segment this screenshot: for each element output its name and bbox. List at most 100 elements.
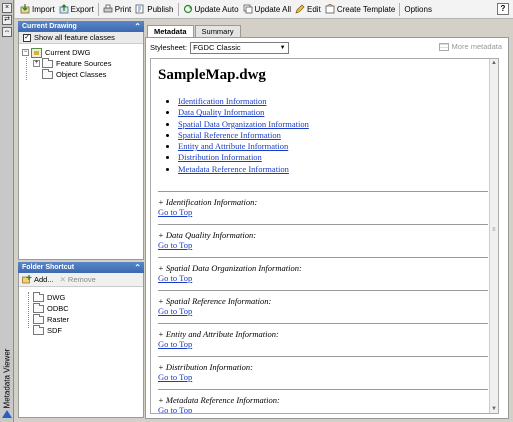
toc-link-spatial-data-organization[interactable]: Spatial Data Organization Information [178, 119, 309, 129]
autohide-button[interactable]: ⇄ [2, 15, 12, 25]
go-to-top-link[interactable]: Go to Top [158, 405, 488, 413]
show-all-checkbox[interactable]: ✓ [23, 33, 31, 42]
go-to-top-link[interactable]: Go to Top [158, 240, 488, 250]
toc-link-data-quality[interactable]: Data Quality Information [178, 107, 264, 117]
tree-node-object-classes[interactable]: Object Classes [19, 68, 143, 80]
section-title[interactable]: + Data Quality Information: [158, 230, 488, 240]
collapse-node-icon[interactable]: − [22, 49, 29, 56]
expand-node-icon[interactable]: + [33, 60, 40, 67]
current-drawing-title: Current Drawing [22, 23, 77, 30]
tree-node-label: Object Classes [56, 70, 107, 79]
section-entity-attribute: + Entity and Attribute Information: Go t… [158, 323, 488, 356]
options-button[interactable]: Options [402, 1, 434, 18]
create-template-button[interactable]: Create Template [323, 1, 398, 18]
section-metadata-reference: + Metadata Reference Information: Go to … [158, 389, 488, 413]
more-metadata-label: More metadata [451, 42, 502, 51]
go-to-top-link[interactable]: Go to Top [158, 372, 488, 382]
options-label: Options [404, 4, 432, 14]
collapse-chevron-icon[interactable]: ⌃ [134, 262, 141, 273]
scroll-up-arrow-icon[interactable]: ▲ [491, 60, 497, 66]
document-scrollbar[interactable]: ▲ ≡ ▼ [489, 59, 498, 413]
folder-item-label: DWG [47, 293, 66, 302]
toc-item: Metadata Reference Information [178, 164, 488, 175]
stylesheet-row: Stylesheet: FGDC Classic ▼ [150, 41, 290, 54]
drawing-tree: − Current DWG + Feature Sources Object C… [19, 44, 143, 80]
update-auto-icon [183, 4, 192, 14]
go-to-top-link[interactable]: Go to Top [158, 273, 488, 283]
edit-label: Edit [307, 4, 321, 14]
go-to-top-link[interactable]: Go to Top [158, 207, 488, 217]
tree-node-label: Current DWG [45, 48, 91, 57]
print-button[interactable]: Print [101, 1, 133, 18]
toc-item: Spatial Data Organization Information [178, 119, 488, 130]
section-title[interactable]: + Spatial Reference Information: [158, 296, 488, 306]
folder-icon [42, 57, 53, 68]
palette-strip: × ⇄ ⇔ Metadata Viewer [0, 0, 14, 422]
add-folder-icon [22, 275, 32, 284]
folder-icon [42, 68, 53, 79]
section-title[interactable]: + Distribution Information: [158, 362, 488, 372]
metadata-toolbar: Import Export Print Publish Update Auto … [15, 0, 513, 19]
import-button[interactable]: Import [18, 1, 57, 18]
tree-node-label: Feature Sources [56, 59, 112, 68]
scroll-down-arrow-icon[interactable]: ▼ [491, 406, 497, 412]
view-tabs: Metadata Summary [147, 25, 242, 38]
go-to-top-link[interactable]: Go to Top [158, 339, 488, 349]
collapse-chevron-icon[interactable]: ⌃ [134, 21, 141, 32]
folder-item-dwg[interactable]: DWG [19, 291, 143, 303]
folder-icon [33, 291, 44, 302]
section-spatial-reference: + Spatial Reference Information: Go to T… [158, 290, 488, 323]
current-drawing-header[interactable]: Current Drawing ⌃ [18, 21, 144, 32]
toolbar-separator [177, 2, 179, 16]
add-shortcut-button[interactable]: Add... [22, 275, 54, 284]
table-of-contents: Identification Information Data Quality … [170, 96, 488, 175]
folder-item-raster[interactable]: Raster [19, 313, 143, 325]
folder-item-odbc[interactable]: ODBC [19, 302, 143, 314]
toc-link-distribution[interactable]: Distribution Information [178, 152, 262, 162]
toc-link-entity-attribute[interactable]: Entity and Attribute Information [178, 141, 288, 151]
publish-button[interactable]: Publish [133, 1, 175, 18]
remove-shortcut-button[interactable]: ✕ Remove [60, 275, 96, 284]
show-all-feature-classes-row[interactable]: ✓ Show all feature classes [19, 32, 143, 44]
more-metadata-icon [438, 42, 449, 51]
stylesheet-value: FGDC Classic [193, 42, 241, 52]
tab-summary[interactable]: Summary [194, 25, 241, 37]
help-button[interactable]: ? [497, 3, 509, 15]
tree-node-current-dwg[interactable]: − Current DWG [19, 47, 143, 58]
close-palette-button[interactable]: × [2, 3, 12, 13]
toc-item: Spatial Reference Information [178, 130, 488, 141]
toc-link-metadata-reference[interactable]: Metadata Reference Information [178, 164, 289, 174]
scroll-grip-icon[interactable]: ≡ [492, 227, 496, 233]
toc-link-spatial-reference[interactable]: Spatial Reference Information [178, 130, 281, 140]
toc-link-identification[interactable]: Identification Information [178, 96, 267, 106]
stylesheet-select[interactable]: FGDC Classic ▼ [190, 41, 290, 54]
palette-title: Metadata Viewer [1, 345, 13, 415]
stylesheet-label: Stylesheet: [150, 43, 188, 52]
section-title[interactable]: + Metadata Reference Information: [158, 395, 488, 405]
toolbar-separator [399, 2, 401, 16]
folder-item-sdf[interactable]: SDF [19, 324, 143, 336]
folder-icon [33, 313, 44, 324]
section-identification: + Identification Information: Go to Top [158, 191, 488, 224]
more-metadata-button[interactable]: More metadata [438, 42, 502, 51]
section-title[interactable]: + Identification Information: [158, 197, 488, 207]
update-auto-button[interactable]: Update Auto [181, 1, 241, 18]
folder-icon [33, 302, 44, 313]
folder-item-label: SDF [47, 326, 62, 335]
properties-button[interactable]: ⇔ [2, 27, 12, 37]
section-spatial-data-organization: + Spatial Data Organization Information:… [158, 257, 488, 290]
update-all-label: Update All [254, 4, 292, 14]
export-button[interactable]: Export [57, 1, 96, 18]
section-title[interactable]: + Spatial Data Organization Information: [158, 263, 488, 273]
update-all-button[interactable]: Update All [241, 1, 293, 18]
current-drawing-panel: ✓ Show all feature classes − Current DWG… [18, 32, 144, 260]
go-to-top-link[interactable]: Go to Top [158, 306, 488, 316]
section-title[interactable]: + Entity and Attribute Information: [158, 329, 488, 339]
show-all-label: Show all feature classes [34, 33, 115, 42]
folder-shortcut-header[interactable]: Folder Shortcut ⌃ [18, 262, 144, 273]
tree-node-feature-sources[interactable]: + Feature Sources [19, 57, 143, 69]
edit-button[interactable]: Edit [293, 1, 323, 18]
drawing-icon [31, 47, 42, 58]
edit-icon [295, 4, 305, 14]
export-icon [59, 4, 69, 14]
